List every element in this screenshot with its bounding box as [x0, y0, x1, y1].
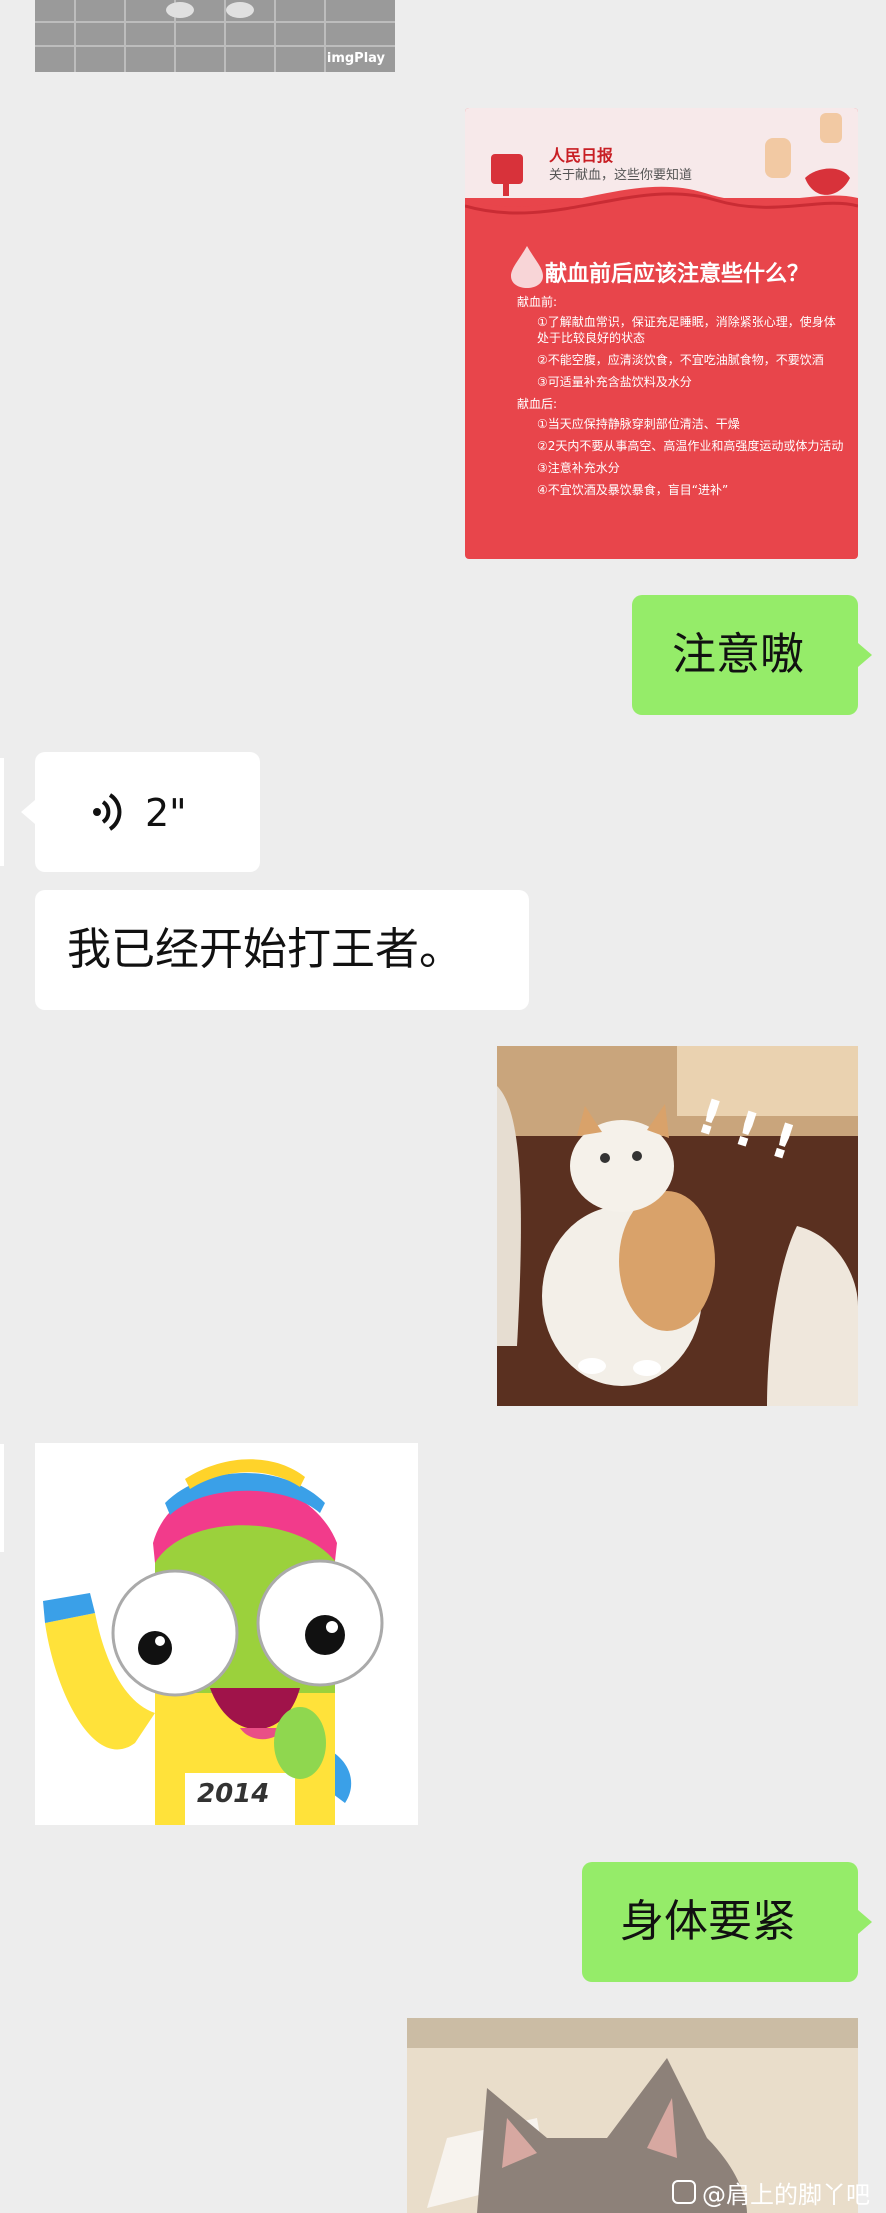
before-heading: 献血前: — [517, 295, 558, 309]
avatar[interactable] — [0, 1444, 4, 1552]
voice-duration: 2" — [145, 791, 187, 835]
poster-title: 献血前后应该注意些什么？ — [545, 262, 810, 287]
poster-subtitle: 关于献血，这些你要知道 — [549, 168, 693, 183]
watermark-text: @肩上的脚丫吧 — [702, 2180, 870, 2209]
watermark: @肩上的脚丫吧 — [672, 2176, 870, 2209]
message-text: 我已经开始打王者。 — [67, 924, 463, 975]
rainbow-mascot-illustration — [35, 1443, 418, 1825]
after-heading: 献血后: — [517, 397, 558, 411]
mascot-sticker-image[interactable]: 2014 — [35, 1443, 418, 1825]
before-item: ③可适量补充含盐饮料及水分 — [537, 375, 692, 389]
blood-bag-icon — [491, 154, 523, 196]
hand-heart-icon — [765, 113, 850, 195]
poster-body: 献血前: ①了解献血常识，保证充足睡眠，消除紧张心理，使身体处于比较良好的状态 … — [517, 294, 847, 498]
after-item: ③注意补充水分 — [537, 461, 620, 475]
cat-sticker-image[interactable]: ! ! ! — [497, 1046, 858, 1406]
surprised-cat-illustration — [497, 1046, 858, 1406]
avatar[interactable] — [0, 758, 4, 866]
message-text: 注意嗷 — [672, 629, 804, 680]
voice-message-bubble[interactable]: 2" — [21, 752, 260, 872]
imgplay-watermark: imgPlay — [326, 51, 385, 66]
sent-message-bubble[interactable]: 注意嗷 — [632, 595, 872, 715]
blood-drop-icon — [511, 246, 543, 288]
before-item: ②不能空腹，应清淡饮食，不宜吃油腻食物，不要饮酒 — [537, 353, 824, 367]
message-text: 身体要紧 — [620, 1896, 796, 1947]
weibo-icon — [672, 2180, 696, 2204]
voice-wave-icon — [93, 793, 122, 831]
after-item: ④不宜饮酒及暴饮暴食，盲目“进补” — [537, 483, 729, 497]
sent-message-bubble[interactable]: 身体要紧 — [582, 1862, 872, 1982]
people-daily-logo: 人民日报 — [549, 146, 614, 165]
blood-donation-poster[interactable]: 人民日报 关于献血，这些你要知道 献血前后应该注意些什么？ 献血前: ①了解献血… — [465, 108, 858, 559]
after-item: ②2天内不要从事高空、高温作业和高强度运动或体力活动 — [537, 439, 844, 453]
received-message-bubble[interactable]: 我已经开始打王者。 — [35, 890, 529, 1010]
after-item: ①当天应保持静脉穿刺部位清洁、干燥 — [537, 417, 740, 431]
mascot-badge-text: 2014 — [197, 1779, 270, 1809]
before-item: ①了解献血常识，保证充足睡眠，消除紧张心理，使身体处于比较良好的状态 — [537, 315, 836, 345]
received-image-top[interactable]: imgPlay — [35, 0, 395, 72]
